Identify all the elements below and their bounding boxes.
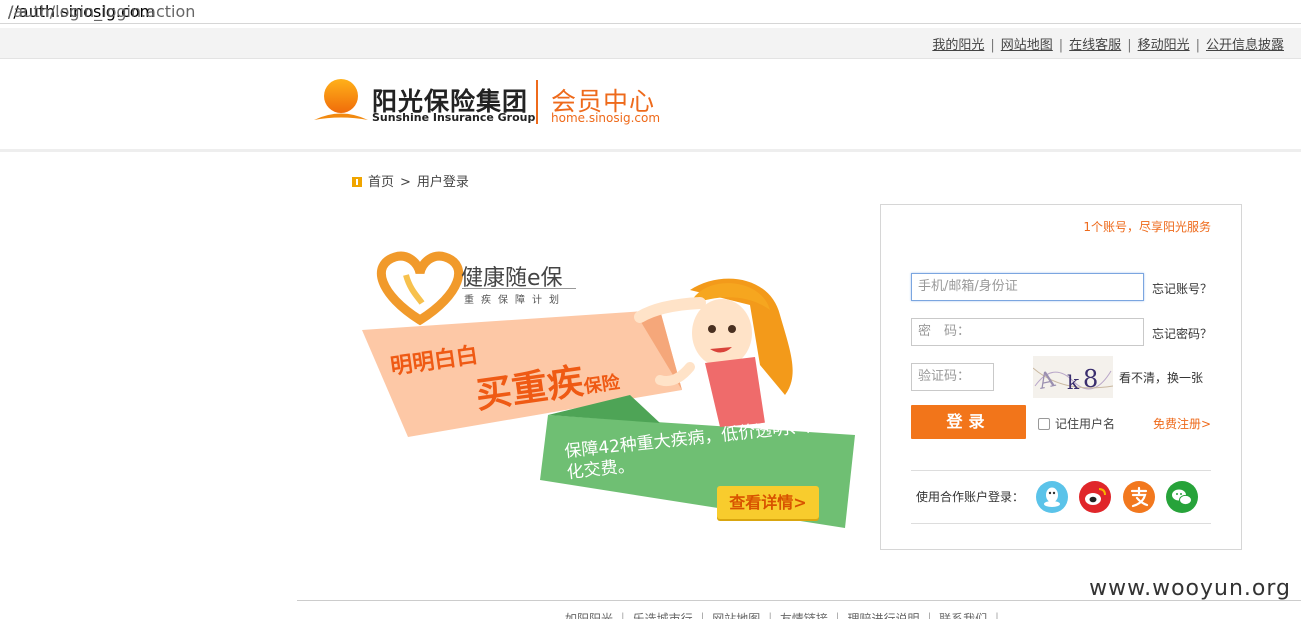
- banner-product-name: 健康随e保: [461, 266, 563, 291]
- login-button[interactable]: 登录: [911, 405, 1026, 439]
- remember-checkbox[interactable]: [1038, 418, 1050, 430]
- weibo-login-icon[interactable]: [1079, 481, 1111, 513]
- sunshine-logo-icon[interactable]: [312, 77, 370, 125]
- banner-details-button[interactable]: 查看详情>: [717, 486, 819, 519]
- watermark-text: www.wooyun.org: [1089, 576, 1291, 601]
- top-link-separator: |: [1058, 38, 1064, 53]
- captcha-image[interactable]: A k 8: [1033, 356, 1113, 398]
- svg-text:A: A: [1036, 367, 1059, 395]
- alipay-login-icon[interactable]: [1123, 481, 1155, 513]
- top-link-disclosure[interactable]: 公开信息披露: [1206, 38, 1284, 53]
- top-link-separator: |: [1195, 38, 1200, 53]
- top-links: 我的阳光 | 网站地图 | 在线客服 | 移动阳光 | 公开信息披露: [932, 34, 1284, 53]
- brand-name-en: Sunshine Insurance Group: [372, 111, 536, 124]
- refresh-captcha-link[interactable]: 看不清，换一张: [1119, 369, 1203, 386]
- divider-top: [911, 470, 1211, 471]
- top-link-my-sunshine[interactable]: 我的阳光: [932, 38, 984, 53]
- login-panel: 1个账号，尽享阳光服务 手机/邮箱/身份证 忘记账号？ 密 码： 忘记密码？ 验…: [880, 204, 1242, 550]
- captcha-input[interactable]: 验证码：: [911, 363, 994, 391]
- forgot-password-link[interactable]: 忘记密码？: [1152, 325, 1212, 342]
- register-link[interactable]: 免费注册>: [1153, 415, 1211, 432]
- site-header: 阳光保险集团 Sunshine Insurance Group 会员中心 hom…: [0, 60, 1301, 152]
- login-slogan: 1个账号，尽享阳光服务: [1083, 220, 1211, 234]
- breadcrumb-home[interactable]: 首页: [368, 175, 394, 190]
- svg-text:8: 8: [1083, 365, 1098, 393]
- wechat-login-icon[interactable]: [1166, 481, 1198, 513]
- top-link-separator: |: [1127, 38, 1132, 53]
- partner-login-label: 使用合作账户登录：: [916, 490, 1025, 504]
- header-divider: [536, 80, 538, 124]
- banner-product-sub: 重疾保障计划: [464, 295, 566, 306]
- promo-banner[interactable]: 健康随e保 重疾保障计划 明明白白 买重疾保险 保障42种重大疾病，低价透明、定…: [360, 245, 865, 535]
- banner-headline-2-tail: 保险: [582, 371, 622, 398]
- url-path: /auth/login_login.action: [8, 2, 196, 21]
- password-input[interactable]: 密 码：: [911, 318, 1144, 346]
- captcha-glyphs-icon: A k 8: [1033, 365, 1113, 395]
- breadcrumb-icon: [352, 177, 362, 187]
- footer-links[interactable]: 如阳阳光 ｜ 乐选城市行 ｜ 网站地图 ｜ 友情链接 ｜ 理赔进行说明 ｜ 联系…: [565, 610, 1003, 619]
- top-link-online-service[interactable]: 在线客服: [1069, 38, 1121, 53]
- username-input[interactable]: 手机/邮箱/身份证: [911, 273, 1144, 301]
- top-link-mobile[interactable]: 移动阳光: [1138, 38, 1190, 53]
- top-utility-bar: 我的阳光 | 网站地图 | 在线客服 | 移动阳光 | 公开信息披露: [0, 28, 1301, 59]
- qq-login-icon[interactable]: [1036, 481, 1068, 513]
- breadcrumb: 首页 > 用户登录: [352, 171, 469, 190]
- breadcrumb-separator: >: [400, 175, 411, 190]
- divider-bottom: [911, 523, 1211, 524]
- remember-label: 记住用户名: [1055, 417, 1116, 431]
- address-bar[interactable]: //auth.sinosig.com/auth/login_login.acti…: [0, 0, 1301, 24]
- breadcrumb-current: 用户登录: [416, 175, 469, 190]
- member-center-url: home.sinosig.com: [551, 111, 661, 125]
- forgot-account-link[interactable]: 忘记账号？: [1152, 280, 1212, 297]
- top-link-separator: |: [990, 38, 995, 53]
- remember-username[interactable]: 记住用户名: [1038, 415, 1115, 432]
- top-link-sitemap[interactable]: 网站地图: [1001, 38, 1053, 53]
- svg-text:k: k: [1067, 370, 1080, 394]
